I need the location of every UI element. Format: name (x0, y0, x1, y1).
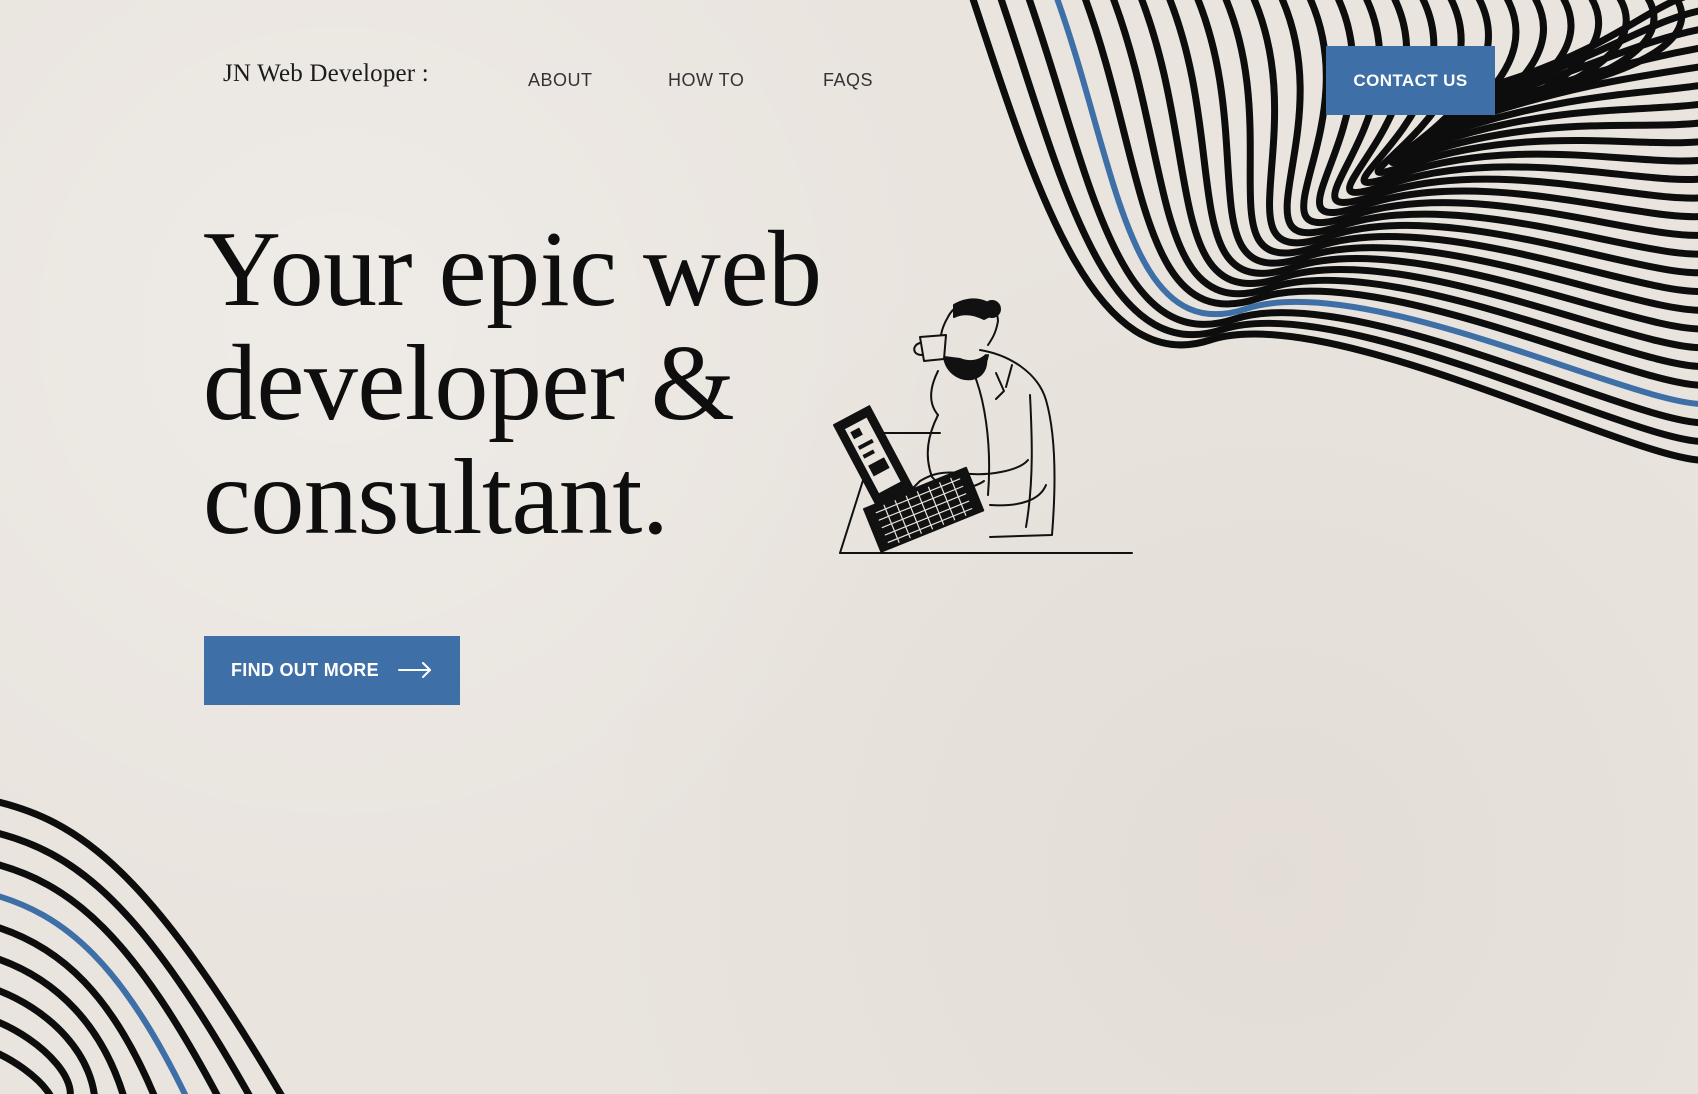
contact-us-button[interactable]: CONTACT US (1326, 46, 1495, 115)
arrow-right-icon (398, 662, 431, 678)
brand-logo[interactable]: JN Web Developer : (223, 60, 429, 88)
developer-illustration (820, 295, 1140, 557)
decorative-waves-bottom-left (0, 790, 320, 1094)
nav-link-how-to[interactable]: HOW TO (668, 70, 744, 91)
wave-line (0, 830, 253, 1094)
find-out-more-button[interactable]: FIND OUT MORE (204, 636, 460, 705)
find-out-more-label: FIND OUT MORE (231, 660, 379, 680)
wave-line (0, 1050, 54, 1094)
wave-line (0, 987, 98, 1094)
nav-link-faqs[interactable]: FAQS (823, 70, 873, 91)
nav-link-about[interactable]: ABOUT (528, 70, 593, 91)
